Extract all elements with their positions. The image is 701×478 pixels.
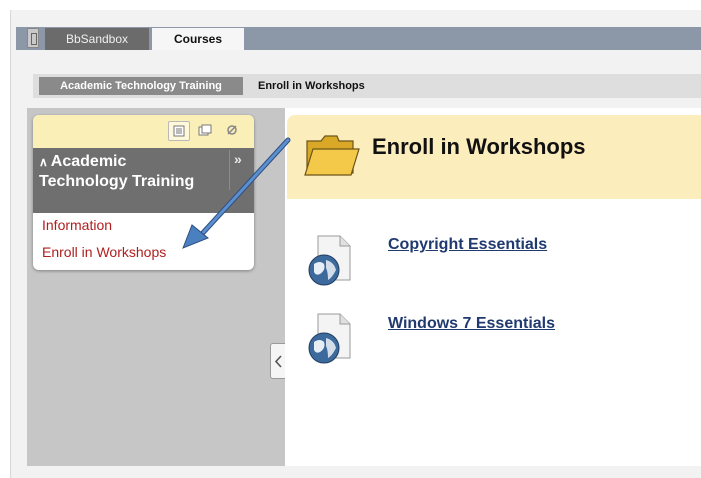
divider bbox=[229, 150, 230, 190]
content-item-copyright-essentials[interactable]: Copyright Essentials bbox=[388, 236, 547, 254]
chevron-left-icon bbox=[274, 355, 282, 368]
course-menu-toolbar bbox=[33, 115, 254, 148]
list-view-icon[interactable] bbox=[168, 121, 190, 141]
collapse-menu-button[interactable] bbox=[270, 343, 286, 379]
folder-view-icon[interactable] bbox=[194, 121, 216, 141]
course-menu-title[interactable]: ∧ Academic Technology Training bbox=[39, 152, 219, 191]
web-link-icon[interactable] bbox=[306, 234, 354, 288]
tab-bbsandbox[interactable]: BbSandbox bbox=[45, 28, 149, 50]
breadcrumb-course[interactable]: Academic Technology Training bbox=[39, 77, 243, 95]
breadcrumb-current: Enroll in Workshops bbox=[258, 80, 365, 92]
collapse-up-icon[interactable]: ∧ bbox=[39, 155, 48, 169]
refresh-icon[interactable] bbox=[221, 121, 243, 141]
folder-icon bbox=[304, 135, 360, 176]
expand-right-icon[interactable]: » bbox=[234, 151, 242, 167]
course-menu: ∧ Academic Technology Training » Informat… bbox=[33, 115, 254, 270]
content-item-windows-7-essentials[interactable]: Windows 7 Essentials bbox=[388, 315, 555, 333]
tab-courses[interactable]: Courses bbox=[152, 28, 244, 50]
course-menu-title-text: Academic Technology Training bbox=[39, 153, 195, 190]
content-title: Enroll in Workshops bbox=[372, 134, 586, 159]
course-menu-header: ∧ Academic Technology Training » bbox=[33, 148, 254, 213]
course-menu-item-information[interactable]: Information bbox=[42, 217, 112, 233]
course-menu-item-enroll-in-workshops[interactable]: Enroll in Workshops bbox=[42, 244, 166, 260]
page-icon[interactable] bbox=[27, 28, 39, 48]
web-link-icon[interactable] bbox=[306, 312, 354, 366]
